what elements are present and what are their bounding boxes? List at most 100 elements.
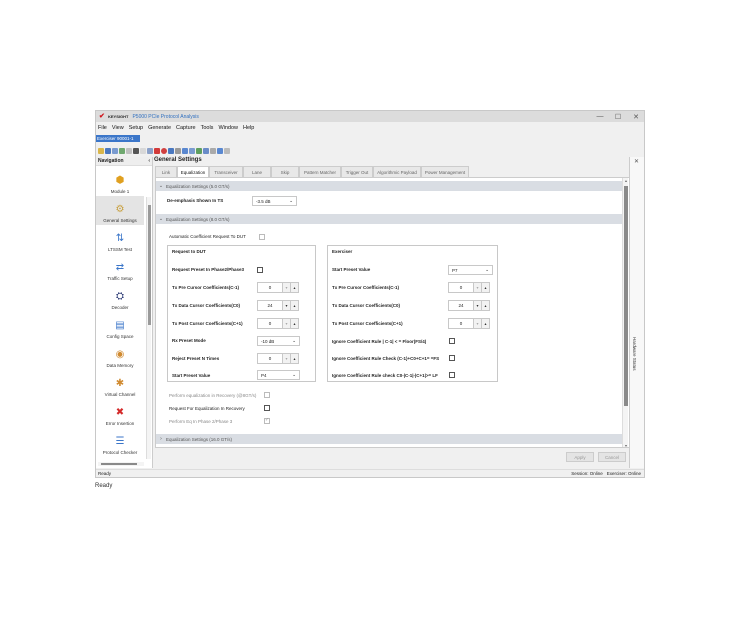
- more-icon[interactable]: [224, 148, 230, 154]
- reject-preset-stepper[interactable]: 0 ▾ ▴: [257, 353, 299, 364]
- perform-recovery-checkbox[interactable]: [264, 392, 270, 398]
- stop-icon[interactable]: [161, 148, 167, 154]
- menu-help[interactable]: Help: [243, 125, 254, 131]
- config-tool-icon[interactable]: [133, 148, 139, 154]
- open-icon[interactable]: [98, 148, 104, 154]
- nav-item-data-memory[interactable]: ◉ Data Memory: [96, 341, 144, 370]
- increment-icon[interactable]: ▴: [291, 353, 299, 364]
- ignore-rule1-checkbox[interactable]: [449, 338, 455, 344]
- delete-icon[interactable]: [154, 148, 160, 154]
- nav-item-general-settings[interactable]: ⚙ General Settings: [96, 196, 144, 225]
- stepper-value[interactable]: 0: [257, 318, 283, 329]
- ex-data-cursor-stepper[interactable]: 24 ▾ ▴: [448, 300, 490, 311]
- menu-view[interactable]: View: [112, 125, 124, 131]
- decrement-icon[interactable]: ▾: [474, 282, 482, 293]
- export-icon[interactable]: [147, 148, 153, 154]
- navigation-hscrollbar[interactable]: [98, 462, 144, 466]
- rtd-data-cursor-stepper[interactable]: 24 ▾ ▴: [257, 300, 299, 311]
- tab-algorithmic-payload[interactable]: Algorithmic Payload: [373, 166, 421, 177]
- layout-icon[interactable]: [189, 148, 195, 154]
- stepper-value[interactable]: 0: [448, 282, 474, 293]
- collapse-navigation-button[interactable]: ‹: [148, 158, 150, 164]
- nav-item-decoder[interactable]: ⛭ Decoder: [96, 283, 144, 312]
- cancel-button[interactable]: Cancel: [598, 452, 626, 462]
- tab-trigger-out[interactable]: Trigger Out: [341, 166, 373, 177]
- print-icon[interactable]: [175, 148, 181, 154]
- eq5-section-header[interactable]: ⌄ Equalization Settings (5.0 GT/s): [156, 181, 622, 191]
- tab-skip[interactable]: Skip: [271, 166, 299, 177]
- rtd-pre-cursor-stepper[interactable]: 0 ▾ ▴: [257, 282, 299, 293]
- apply-button[interactable]: Apply: [566, 452, 594, 462]
- stepper-value[interactable]: 24: [448, 300, 474, 311]
- menu-capture[interactable]: Capture: [176, 125, 196, 131]
- maximize-button[interactable]: ☐: [614, 113, 622, 121]
- decrement-icon[interactable]: ▾: [283, 353, 291, 364]
- increment-icon[interactable]: ▴: [291, 318, 299, 329]
- menu-file[interactable]: File: [98, 125, 107, 131]
- stepper-value[interactable]: 0: [257, 282, 283, 293]
- decrement-icon[interactable]: ▾: [474, 318, 482, 329]
- ex-start-preset-select[interactable]: P7 ⌄: [448, 265, 493, 275]
- nav-item-ltssm-test[interactable]: ⇅ LTSSM Test: [96, 225, 144, 254]
- decrement-icon[interactable]: ▾: [283, 300, 291, 311]
- ignore-rule2-checkbox[interactable]: [449, 355, 455, 361]
- nav-item-virtual-channel[interactable]: ✱ Virtual Channel: [96, 370, 144, 399]
- eq16-section-header[interactable]: › Equalization Settings (16.0 GT/s): [156, 434, 622, 444]
- rx-preset-mode-select[interactable]: -10 dB ⌄: [257, 336, 300, 346]
- tab-power-management[interactable]: Power Management: [421, 166, 469, 177]
- deemphasis-select[interactable]: -3.5 dB ⌄: [252, 196, 297, 206]
- menu-setup[interactable]: Setup: [129, 125, 143, 131]
- request-preset-checkbox[interactable]: [257, 267, 263, 273]
- menu-tools[interactable]: Tools: [201, 125, 214, 131]
- nav-item-traffic-setup[interactable]: ⇄ Traffic Setup: [96, 254, 144, 283]
- stepper-value[interactable]: 24: [257, 300, 283, 311]
- menu-generate[interactable]: Generate: [148, 125, 171, 131]
- ex-post-cursor-stepper[interactable]: 0 ▾ ▴: [448, 318, 490, 329]
- refresh-icon[interactable]: [119, 148, 125, 154]
- stepper-value[interactable]: 0: [257, 353, 283, 364]
- stepper-value[interactable]: 0: [448, 318, 474, 329]
- nav-item-module-1[interactable]: ⬢ Module 1: [96, 167, 144, 196]
- increment-icon[interactable]: ▴: [482, 318, 490, 329]
- decrement-icon[interactable]: ▾: [283, 318, 291, 329]
- tab-pattern-matcher[interactable]: Pattern Matcher: [299, 166, 341, 177]
- nav-item-config-space[interactable]: ▤ Config Space: [96, 312, 144, 341]
- tab-equalization[interactable]: Equalization: [177, 166, 209, 177]
- increment-icon[interactable]: ▴: [291, 282, 299, 293]
- run-icon[interactable]: [203, 148, 209, 154]
- save-icon[interactable]: [105, 148, 111, 154]
- tab-transceiver[interactable]: Transceiver: [209, 166, 243, 177]
- document-icon[interactable]: [140, 148, 146, 154]
- ex-pre-cursor-stepper[interactable]: 0 ▾ ▴: [448, 282, 490, 293]
- dropdown-tool-icon[interactable]: [210, 148, 216, 154]
- close-panel-icon[interactable]: ✕: [634, 158, 639, 165]
- copy-icon[interactable]: [112, 148, 118, 154]
- rtd-start-preset-select[interactable]: P4 ⌄: [257, 370, 300, 380]
- menu-window[interactable]: Window: [218, 125, 238, 131]
- edit-icon[interactable]: [126, 148, 132, 154]
- ignore-rule3-checkbox[interactable]: [449, 372, 455, 378]
- navigation-scrollbar[interactable]: [146, 197, 151, 459]
- minimize-button[interactable]: —: [596, 113, 604, 120]
- network-icon[interactable]: [182, 148, 188, 154]
- download-icon[interactable]: [217, 148, 223, 154]
- hardware-status-label[interactable]: Hardware Status: [632, 337, 637, 371]
- increment-icon[interactable]: ▴: [482, 282, 490, 293]
- increment-icon[interactable]: ▴: [291, 300, 299, 311]
- nav-item-error-insertion[interactable]: ✖ Error Insertion: [96, 399, 144, 428]
- request-recovery-checkbox[interactable]: [264, 405, 270, 411]
- auto-request-checkbox[interactable]: [259, 234, 265, 240]
- perform-phase-checkbox[interactable]: [264, 417, 270, 424]
- exerciser-session-tab[interactable]: Exerciser 90001-1: [96, 135, 140, 142]
- check-icon[interactable]: [196, 148, 202, 154]
- capture-icon[interactable]: [168, 148, 174, 154]
- increment-icon[interactable]: ▴: [482, 300, 490, 311]
- content-scrollbar[interactable]: ▴ ▾: [622, 178, 628, 447]
- eq8-section-header[interactable]: ⌄ Equalization Settings (8.0 GT/s): [156, 214, 622, 224]
- tab-lane[interactable]: Lane: [243, 166, 271, 177]
- tab-link[interactable]: Link: [155, 166, 177, 177]
- decrement-icon[interactable]: ▾: [474, 300, 482, 311]
- rtd-post-cursor-stepper[interactable]: 0 ▾ ▴: [257, 318, 299, 329]
- decrement-icon[interactable]: ▾: [283, 282, 291, 293]
- close-window-button[interactable]: ✕: [632, 113, 640, 121]
